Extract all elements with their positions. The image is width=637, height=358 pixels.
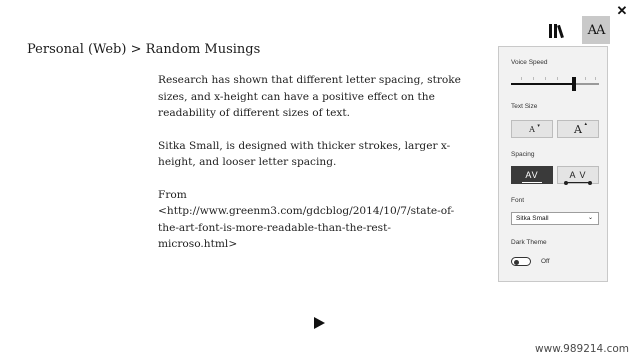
- decrease-text-size-button[interactable]: A ▾: [511, 120, 553, 138]
- wide-spacing-icon: A V: [564, 170, 592, 185]
- library-button[interactable]: [546, 20, 568, 42]
- text-options-panel: Voice Speed Text Size A ▾ A ▴ Spacing AV A…: [498, 46, 608, 282]
- article-paragraph: Research has shown that different letter…: [158, 74, 461, 119]
- breadcrumb: Personal (Web) > Random Musings: [27, 42, 261, 57]
- wide-spacing-button[interactable]: A V: [557, 166, 599, 185]
- library-icon: [549, 24, 564, 39]
- article-body: Research has shown that different letter…: [158, 72, 468, 269]
- font-label: Font: [511, 197, 525, 204]
- dark-theme-toggle[interactable]: [511, 257, 531, 266]
- font-select[interactable]: Sitka Small ⌄: [511, 212, 599, 225]
- narrow-spacing-icon: AV: [522, 170, 542, 183]
- increase-text-icon: A ▴: [574, 120, 587, 136]
- spacing-label: Spacing: [511, 151, 535, 158]
- close-icon: ✕: [616, 3, 628, 18]
- article-paragraph: Sitka Small, is designed with thicker st…: [158, 139, 451, 169]
- chevron-down-icon: ⌄: [587, 215, 593, 221]
- voice-speed-thumb[interactable]: [572, 77, 576, 91]
- text-options-icon: AA: [587, 22, 606, 38]
- text-size-label: Text Size: [511, 103, 538, 110]
- watermark: www.989214.com: [535, 343, 629, 355]
- dark-theme-state: Off: [541, 258, 550, 265]
- voice-speed-fill: [511, 83, 574, 85]
- voice-speed-slider[interactable]: [511, 77, 599, 91]
- voice-speed-label: Voice Speed: [511, 59, 548, 66]
- decrease-text-icon: A ▾: [529, 122, 540, 134]
- close-button[interactable]: ✕: [615, 4, 629, 18]
- toggle-knob: [514, 259, 519, 265]
- narrow-spacing-button[interactable]: AV: [511, 166, 553, 184]
- article-paragraph: From <http://www.greenm3.com/gdcblog/201…: [158, 188, 455, 251]
- text-options-button[interactable]: AA: [582, 16, 610, 44]
- font-select-value: Sitka Small: [516, 215, 549, 222]
- play-button[interactable]: [314, 317, 325, 329]
- increase-text-size-button[interactable]: A ▴: [557, 120, 599, 138]
- dark-theme-label: Dark Theme: [511, 239, 547, 246]
